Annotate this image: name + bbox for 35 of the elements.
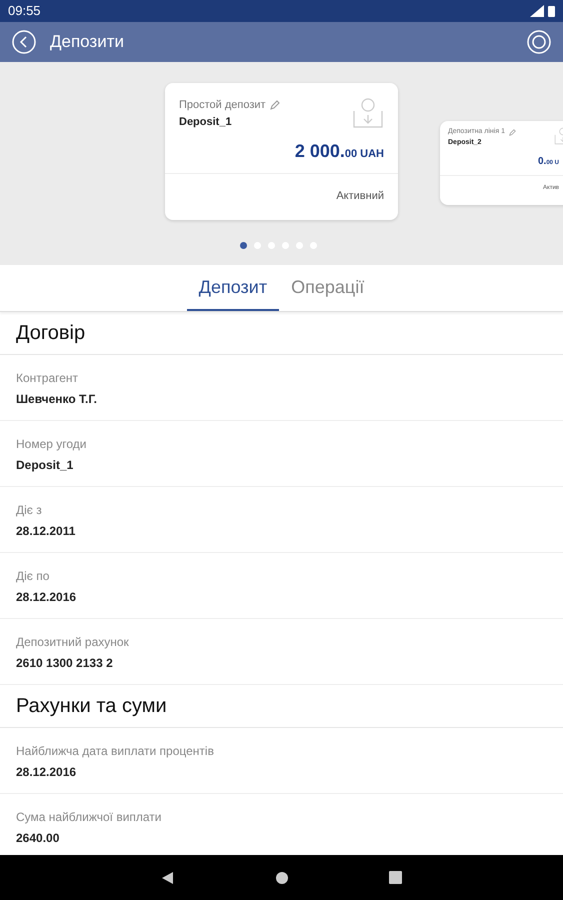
back-icon[interactable] [12, 30, 36, 54]
tab[interactable]: Операції [279, 264, 376, 311]
field-value: 2610 1300 2133 2 [16, 655, 114, 672]
deposit-icon [352, 97, 384, 129]
deposit-status: Активний [165, 173, 398, 218]
tab[interactable]: Депозит [186, 264, 280, 311]
home-nav-icon[interactable] [275, 870, 289, 884]
field-value: 2640.00 [16, 830, 60, 847]
back-nav-icon[interactable] [161, 870, 175, 884]
field-label: Діє з [16, 502, 43, 519]
edit-icon[interactable] [270, 100, 280, 110]
battery-icon [548, 5, 555, 17]
section-title: Договір [0, 312, 563, 355]
page-dot[interactable] [240, 242, 247, 249]
field-label: Номер угоди [16, 436, 88, 453]
screen-title: Депозити [50, 32, 124, 52]
field-value: Deposit_1 [16, 457, 74, 474]
field-label: Найближча дата виплати процентів [16, 743, 215, 760]
deposit-amount: 2 000.00 UAH [294, 140, 385, 163]
edit-icon[interactable] [508, 128, 516, 136]
field-value: 28.12.2011 [16, 523, 76, 540]
refresh-icon[interactable] [527, 30, 551, 54]
deposit-type: Простой депозит [179, 98, 266, 113]
deposit-name: Deposit_1 [179, 114, 233, 130]
deposit-card[interactable]: Простой депозит Deposit_1 2 000.00 UAH Активний [165, 83, 398, 220]
field-label: Депозитний рахунок [16, 634, 130, 651]
field-label: Контрагент [16, 370, 80, 387]
field-value: 28.12.2016 [16, 764, 78, 781]
section-title: Рахунки та суми [0, 685, 563, 728]
field-value: 28.12.2016 [16, 589, 78, 606]
field-label: Сума найближчої виплати [16, 809, 163, 826]
field-label: Діє по [16, 568, 50, 585]
signal-icon [530, 5, 544, 17]
status-time: 09:55 [8, 2, 41, 20]
field-value: Шевченко Т.Г. [16, 391, 98, 408]
